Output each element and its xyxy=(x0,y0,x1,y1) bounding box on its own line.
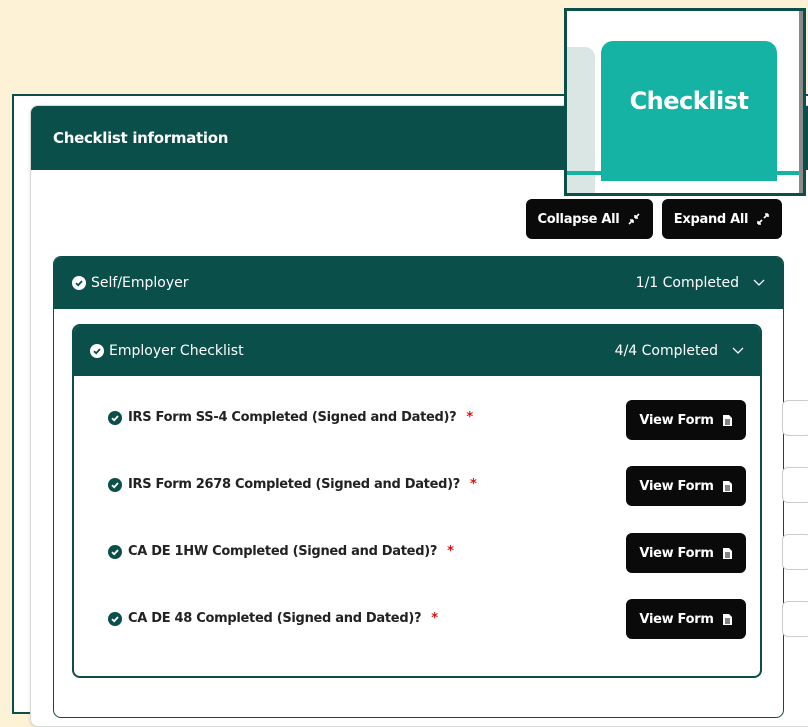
section-status-group: 1/1 Completed xyxy=(636,275,765,291)
section-title: Self/Employer xyxy=(91,275,189,291)
checklist-item-label: IRS Form SS-4 Completed (Signed and Date… xyxy=(128,410,457,425)
zoom-inset: Checklist xyxy=(564,8,806,196)
self-employer-header[interactable]: Self/Employer 1/1 Completed xyxy=(54,257,783,309)
section-title-group: Self/Employer xyxy=(72,275,189,291)
check-circle-icon xyxy=(108,611,122,626)
document-icon xyxy=(722,480,732,492)
chevron-down-icon[interactable] xyxy=(753,279,765,287)
employer-checklist: Employer Checklist 4/4 Completed IRS For… xyxy=(72,324,762,678)
collapse-arrows-icon xyxy=(628,213,641,225)
expand-all-button[interactable]: Expand All xyxy=(662,199,782,239)
checklist-item-label: IRS Form 2678 Completed (Signed and Date… xyxy=(128,477,460,492)
view-form-label: View Form xyxy=(639,545,714,561)
checklist-title: Employer Checklist xyxy=(109,343,244,359)
view-form-label: View Form xyxy=(639,611,714,627)
chevron-down-icon[interactable] xyxy=(732,347,744,355)
expand-arrows-icon xyxy=(757,213,770,225)
checklist-status-group: 4/4 Completed xyxy=(615,343,744,359)
checklist-item-label: CA DE 48 Completed (Signed and Dated)? xyxy=(128,611,422,626)
side-toggle[interactable] xyxy=(782,601,808,637)
check-circle-icon xyxy=(90,344,104,358)
checklist-item-label: CA DE 1HW Completed (Signed and Dated)? xyxy=(128,544,438,559)
expand-all-label: Expand All xyxy=(673,211,749,227)
view-form-button[interactable]: View Form xyxy=(626,400,746,440)
document-icon xyxy=(722,414,732,426)
checklist-tab-label: Checklist xyxy=(629,87,749,115)
checklist-item: IRS Form 2678 Completed (Signed and Date… xyxy=(108,477,477,492)
collapse-all-label: Collapse All xyxy=(537,211,620,227)
check-circle-icon xyxy=(108,477,122,492)
checklist-item: CA DE 1HW Completed (Signed and Dated)? … xyxy=(108,544,454,559)
check-circle-icon xyxy=(72,276,86,290)
checklist-item: IRS Form SS-4 Completed (Signed and Date… xyxy=(108,410,473,425)
required-marker: * xyxy=(469,477,477,492)
document-icon xyxy=(722,547,732,559)
view-form-button[interactable]: View Form xyxy=(626,533,746,573)
section-status: 1/1 Completed xyxy=(635,275,739,291)
checklist-title-group: Employer Checklist xyxy=(90,343,244,359)
required-marker: * xyxy=(431,611,438,626)
check-circle-icon xyxy=(108,410,122,425)
view-form-button[interactable]: View Form xyxy=(626,599,746,639)
tab-underline xyxy=(567,171,803,175)
view-form-label: View Form xyxy=(639,478,714,494)
inset-shadow xyxy=(799,11,803,193)
side-toggle[interactable] xyxy=(782,467,808,503)
view-form-button[interactable]: View Form xyxy=(626,466,746,506)
checklist-item: CA DE 48 Completed (Signed and Dated)? * xyxy=(108,611,438,626)
collapse-all-button[interactable]: Collapse All xyxy=(526,199,653,239)
side-toggle[interactable] xyxy=(782,400,808,436)
check-circle-icon xyxy=(108,544,122,559)
checklist-status: 4/4 Completed xyxy=(614,343,718,359)
side-toggle[interactable] xyxy=(782,534,808,570)
employer-checklist-header[interactable]: Employer Checklist 4/4 Completed xyxy=(74,326,760,376)
checklist-tab[interactable]: Checklist xyxy=(601,41,777,181)
card-title: Checklist information xyxy=(53,129,229,147)
view-form-label: View Form xyxy=(639,412,714,428)
required-marker: * xyxy=(447,544,454,559)
document-icon xyxy=(722,613,732,625)
required-marker: * xyxy=(466,410,473,425)
